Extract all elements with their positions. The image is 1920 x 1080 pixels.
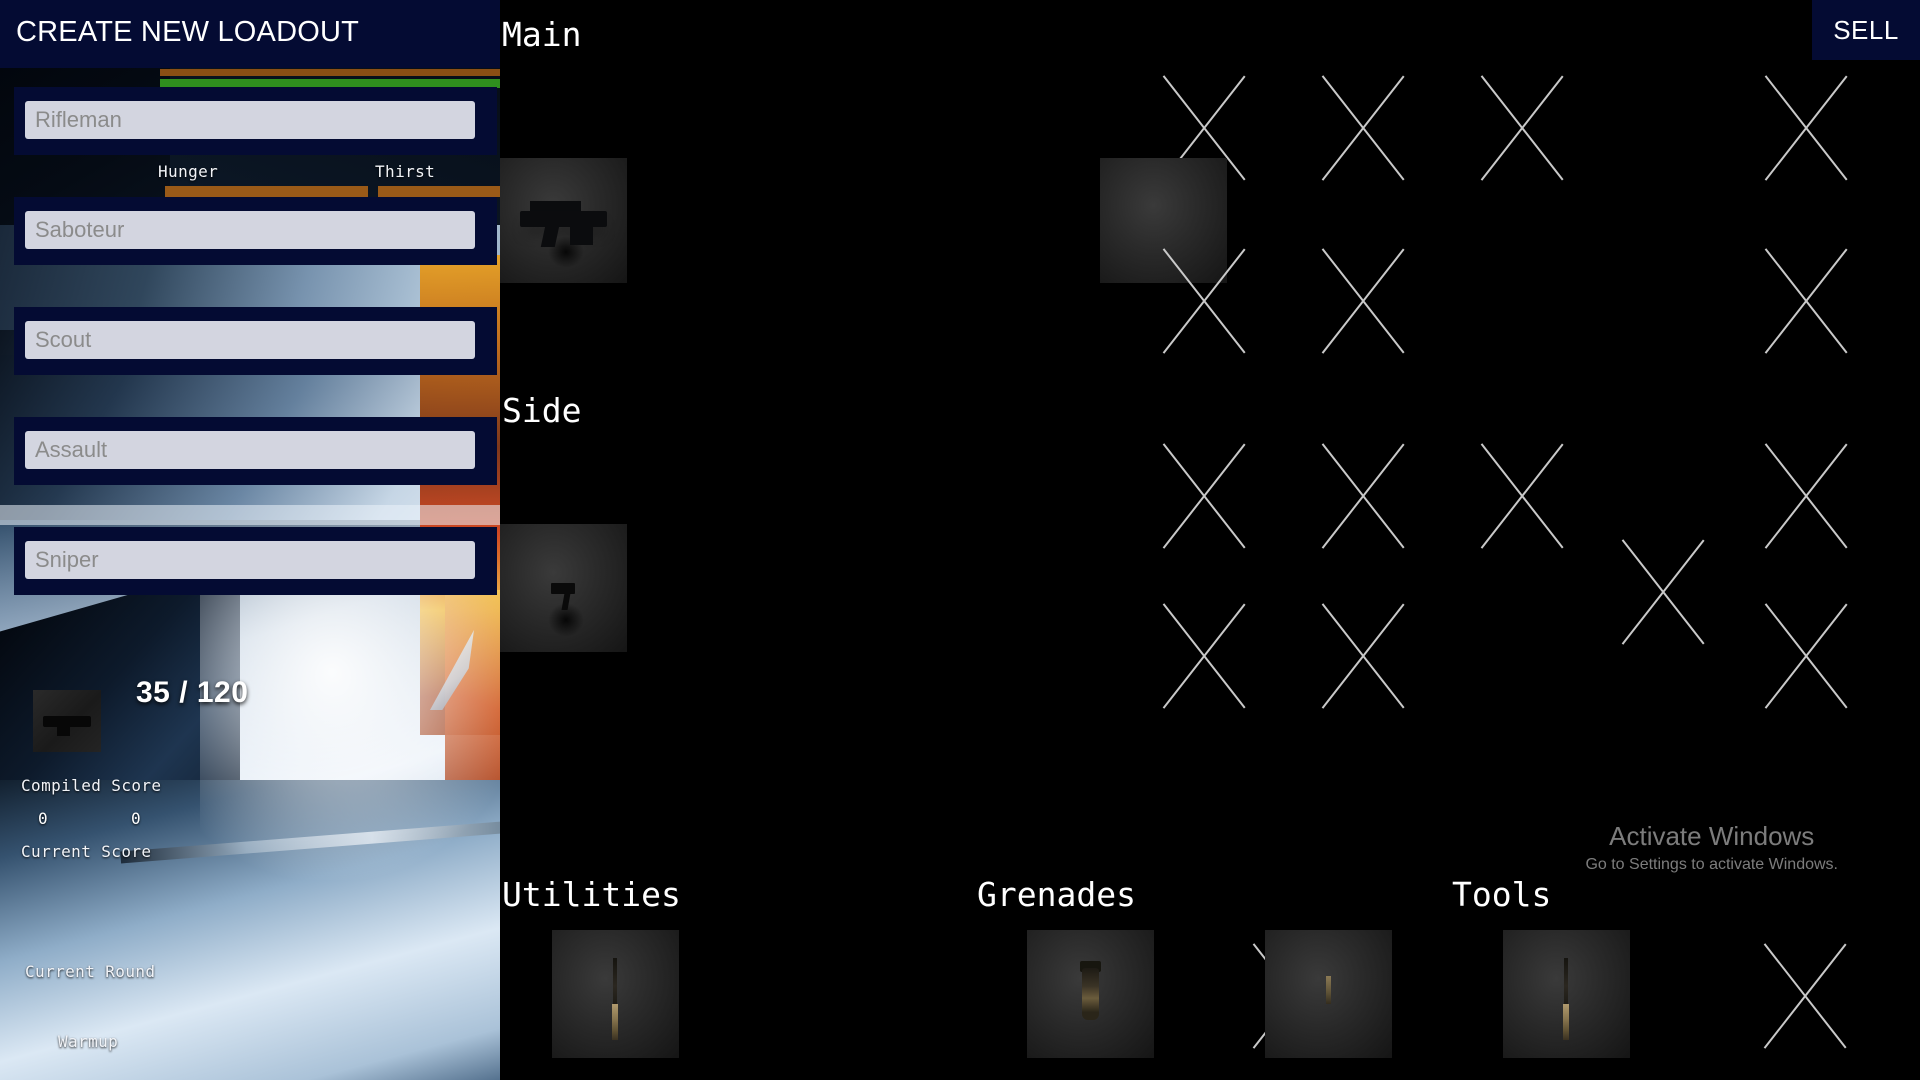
inventory-slot-side-0-0[interactable] xyxy=(1137,430,1271,562)
inventory-slot-main-1-1[interactable] xyxy=(1296,235,1430,367)
inventory-slot-side-0-2[interactable] xyxy=(1455,430,1589,562)
inventory-slot-side-1-5[interactable] xyxy=(1898,590,1920,722)
inventory-slot-utilities-0[interactable] xyxy=(552,930,679,1058)
loadout-name-input-0[interactable] xyxy=(25,101,475,139)
knife-blade xyxy=(1563,958,1569,1010)
inventory-slot-side-1-4[interactable] xyxy=(1739,590,1873,722)
loadout-name-input-3[interactable] xyxy=(25,431,475,469)
loadout-name-input-4[interactable] xyxy=(25,541,475,579)
section-title-utilities: Utilities xyxy=(502,875,681,914)
page-title: CREATE NEW LOADOUT xyxy=(16,16,360,48)
loadout-row-0[interactable] xyxy=(14,87,497,155)
inventory-slot-main-1-2[interactable] xyxy=(1739,235,1873,367)
bg-light-band xyxy=(0,505,500,525)
knife-handle xyxy=(1562,1004,1570,1041)
rifle-body xyxy=(520,210,607,246)
inventory-slot-tools-1[interactable] xyxy=(1738,930,1872,1062)
inventory-slot-side-0-1[interactable] xyxy=(1296,430,1430,562)
equipped-weapon-icon xyxy=(33,690,101,752)
inventory-slot-side-1-0[interactable] xyxy=(500,524,627,652)
inventory-slot-side-1-2[interactable] xyxy=(1296,590,1430,722)
compiled-score-value: 0 xyxy=(38,809,48,828)
loadout-panel-header: CREATE NEW LOADOUT xyxy=(0,0,500,68)
inventory-slot-main-0-0[interactable] xyxy=(500,158,627,283)
inventory-slot-main-0-3[interactable] xyxy=(1455,62,1589,194)
loadout-row-3[interactable] xyxy=(14,417,497,485)
section-title-grenades: Grenades xyxy=(977,875,1136,914)
section-title-tools: Tools xyxy=(1452,875,1552,914)
inventory-slot-side-1-3[interactable] xyxy=(1596,526,1730,658)
item-pistol xyxy=(500,524,627,652)
hunger-label: Hunger xyxy=(158,162,219,181)
tool-body xyxy=(1325,976,1332,1005)
current-round-label: Current Round xyxy=(25,962,156,981)
inventory-slot-grenades-1[interactable] xyxy=(1265,930,1392,1058)
current-round-value: Warmup xyxy=(58,1032,119,1051)
current-score-label: Current Score xyxy=(21,842,152,861)
section-title-main: Main xyxy=(502,15,582,54)
windows-activation-watermark: Activate Windows Go to Settings to activ… xyxy=(1585,821,1838,874)
watermark-title: Activate Windows xyxy=(1609,821,1815,852)
knife-handle xyxy=(611,1004,619,1041)
inventory-slot-side-0-4[interactable] xyxy=(1898,430,1920,562)
loadout-name-input-1[interactable] xyxy=(25,211,475,249)
loadout-row-1[interactable] xyxy=(14,197,497,265)
current-score-value: 0 xyxy=(131,809,141,828)
weapon-silhouette-icon xyxy=(43,716,91,736)
loadout-row-4[interactable] xyxy=(14,527,497,595)
inventory-slot-main-0-2[interactable] xyxy=(1296,62,1430,194)
inventory-panel: SELL Main Side Utilities Grenades Tools … xyxy=(500,0,1920,1080)
sell-button[interactable]: SELL xyxy=(1812,0,1920,60)
inventory-slot-main-0-5[interactable] xyxy=(1739,62,1873,194)
knife-blade xyxy=(612,958,618,1010)
watermark-subtitle: Go to Settings to activate Windows. xyxy=(1585,856,1838,873)
inventory-slot-tools-0[interactable] xyxy=(1503,930,1630,1058)
loadout-row-2[interactable] xyxy=(14,307,497,375)
ammo-counter: 35 / 120 xyxy=(136,676,249,709)
section-title-side: Side xyxy=(502,391,582,430)
inventory-slot-main-1-0[interactable] xyxy=(1137,235,1271,367)
inventory-slot-main-1-3[interactable] xyxy=(1898,235,1920,367)
loadout-name-input-2[interactable] xyxy=(25,321,475,359)
item-assault-rifle xyxy=(500,158,627,283)
item-knife xyxy=(552,930,679,1058)
top-status-bar-orange xyxy=(160,69,500,76)
thirst-label: Thirst xyxy=(375,162,436,181)
item-knife xyxy=(1503,930,1630,1058)
inventory-slot-grenades-0[interactable] xyxy=(1027,930,1154,1058)
item-tool-small xyxy=(1265,930,1392,1058)
compiled-score-label: Compiled Score xyxy=(21,776,162,795)
grenade-body xyxy=(1082,968,1099,1020)
inventory-slot-side-1-1[interactable] xyxy=(1137,590,1271,722)
game-screen: Hunger Thirst 35 / 120 Compiled Score 0 … xyxy=(0,0,1920,1080)
thirst-bar xyxy=(378,186,500,197)
item-grenade xyxy=(1027,930,1154,1058)
pistol-body xyxy=(550,582,575,595)
inventory-slot-side-0-3[interactable] xyxy=(1739,430,1873,562)
bg-sun-glare xyxy=(200,560,500,880)
inventory-slot-main-0-6[interactable] xyxy=(1898,62,1920,194)
hunger-bar xyxy=(165,186,368,197)
